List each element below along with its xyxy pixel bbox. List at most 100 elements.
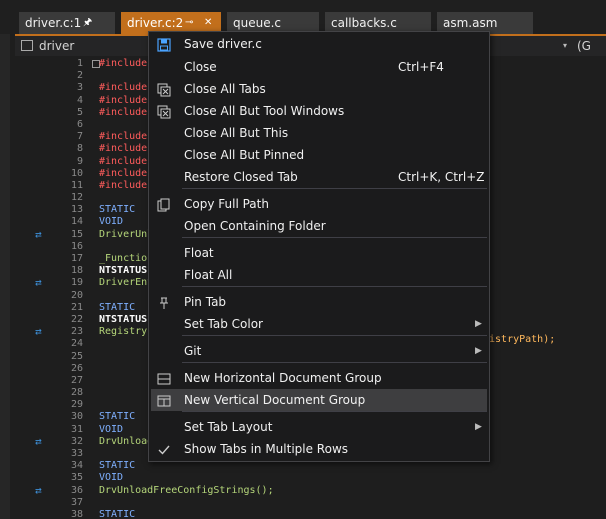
menu-item-label: Open Containing Folder xyxy=(184,219,326,233)
line-number: 22 xyxy=(70,313,83,325)
menu-item-shortcut: Ctrl+F4 xyxy=(398,60,444,74)
code-line: 38 STATIC xyxy=(15,509,606,519)
code-lens-icon[interactable]: ⇄ xyxy=(35,277,42,289)
menu-separator xyxy=(182,411,487,412)
member-dropdown[interactable]: (G xyxy=(577,37,591,55)
code-text: VOID xyxy=(99,423,124,435)
menu-item-set-tab-layout[interactable]: Set Tab Layout ▶ xyxy=(151,416,487,438)
code-text: #include xyxy=(99,179,148,191)
code-lens-icon[interactable]: ⇄ xyxy=(35,228,42,241)
menu-item-label: Close All But Tool Windows xyxy=(184,104,345,118)
line-number: 33 xyxy=(70,448,83,459)
menu-separator xyxy=(182,362,487,363)
line-number: 2 xyxy=(76,70,83,82)
menu-item-close-all-but-this[interactable]: Close All But This xyxy=(151,122,487,144)
copy-icon xyxy=(157,197,171,212)
code-line: 37 xyxy=(15,497,606,509)
line-number: 10 xyxy=(70,167,83,179)
code-text: VOID xyxy=(99,472,124,484)
menu-item-close-all-tabs[interactable]: Close All Tabs xyxy=(151,78,487,100)
menu-item-restore-closed-tab[interactable]: Restore Closed Tab Ctrl+K, Ctrl+Z xyxy=(151,166,487,188)
menu-item-label: Float All xyxy=(184,268,233,282)
code-lens-icon[interactable]: ⇄ xyxy=(35,325,42,338)
menu-item-pin-tab[interactable]: Pin Tab xyxy=(151,291,487,313)
code-text: #include xyxy=(99,143,148,155)
menu-item-close-all-but-pinned[interactable]: Close All But Pinned xyxy=(151,144,487,166)
menu-item-float[interactable]: Float xyxy=(151,242,487,264)
menu-item-close-all-but-tool-windows[interactable]: Close All But Tool Windows xyxy=(151,100,487,122)
chevron-right-icon: ▶ xyxy=(475,319,482,329)
close-all-but-tool-icon xyxy=(157,104,171,119)
menu-separator xyxy=(182,335,487,336)
code-line: 35 VOID xyxy=(15,472,606,484)
line-number: 17 xyxy=(70,253,83,264)
line-number: 8 xyxy=(76,143,83,155)
line-number: 27 xyxy=(70,374,83,386)
line-number: 26 xyxy=(70,362,83,374)
menu-item-label: Set Tab Color xyxy=(184,317,263,331)
menu-item-float-all[interactable]: Float All xyxy=(151,264,487,286)
tab-driver-c-1[interactable]: driver.c:1 🖈 xyxy=(19,12,115,34)
menu-item-label: Pin Tab xyxy=(184,295,227,309)
tab-label: callbacks.c xyxy=(331,16,397,30)
line-number: 5 xyxy=(76,106,83,118)
menu-item-label: Show Tabs in Multiple Rows xyxy=(184,442,349,456)
code-text: #include xyxy=(99,155,148,167)
menu-separator xyxy=(182,286,487,287)
menu-item-open-containing-folder[interactable]: Open Containing Folder xyxy=(151,215,487,237)
code-line: 36 ⇄ DrvUnloadFreeConfigStrings(); xyxy=(15,484,606,497)
code-text: #include xyxy=(99,167,148,179)
line-number: 7 xyxy=(76,131,83,143)
line-number: 9 xyxy=(76,155,83,167)
code-text: DrvUnload xyxy=(99,435,154,447)
line-number: 34 xyxy=(70,460,83,472)
code-text: STATIC xyxy=(99,301,136,313)
line-number: 35 xyxy=(70,472,83,484)
tab-label: queue.c xyxy=(233,16,282,30)
menu-item-label: Close All But This xyxy=(184,126,289,140)
menu-item-git[interactable]: Git ▶ xyxy=(151,340,487,362)
line-number: 19 xyxy=(70,277,83,289)
code-lens-icon[interactable]: ⇄ xyxy=(35,435,42,448)
menu-item-new-vertical-document-group[interactable]: New Vertical Document Group xyxy=(151,389,487,411)
chevron-down-icon: ▾ xyxy=(563,41,568,50)
menu-item-close[interactable]: Close Ctrl+F4 xyxy=(151,56,487,78)
code-text: STATIC xyxy=(99,460,136,472)
menu-item-label: Git xyxy=(184,344,202,358)
line-number: 31 xyxy=(70,423,83,435)
line-number: 15 xyxy=(70,228,83,240)
code-text: NTSTATUS xyxy=(99,265,148,277)
code-text: #include xyxy=(99,131,148,143)
code-text: STATIC xyxy=(99,508,136,519)
document-tab-strip: driver.c:1 🖈 driver.c:2 ⊸ ✕ queue.c call… xyxy=(0,0,606,34)
code-text: #include xyxy=(99,106,148,118)
line-number: 13 xyxy=(70,204,83,216)
menu-item-copy-full-path[interactable]: Copy Full Path xyxy=(151,193,487,215)
line-number: 3 xyxy=(76,82,83,94)
code-lens-icon[interactable]: ⇄ xyxy=(35,484,42,497)
menu-item-label: Set Tab Layout xyxy=(184,420,273,434)
menu-item-shortcut: Ctrl+K, Ctrl+Z xyxy=(398,170,485,184)
menu-item-label: Copy Full Path xyxy=(184,197,269,211)
menu-item-show-tabs-in-multiple-rows[interactable]: Show Tabs in Multiple Rows xyxy=(151,438,487,460)
line-number: 36 xyxy=(70,484,83,496)
menu-separator xyxy=(182,188,487,189)
close-all-icon xyxy=(157,82,171,97)
line-number: 30 xyxy=(70,411,83,423)
code-text: DrvUnloadFreeConfigStrings(); xyxy=(99,484,274,496)
check-icon xyxy=(157,442,171,456)
line-number: 6 xyxy=(76,118,83,130)
tab-label: asm.asm xyxy=(443,16,498,30)
tab-label: driver.c:1 xyxy=(25,16,82,30)
menu-item-set-tab-color[interactable]: Set Tab Color ▶ xyxy=(151,313,487,335)
line-number: 29 xyxy=(70,399,83,411)
menu-item-save-driver-c[interactable]: Save driver.c xyxy=(151,33,487,55)
menu-item-label: Save driver.c xyxy=(184,37,262,51)
line-number: 14 xyxy=(70,216,83,228)
menu-item-label: New Vertical Document Group xyxy=(184,393,366,407)
line-number: 4 xyxy=(76,94,83,106)
horizontal-group-icon xyxy=(157,371,171,385)
pin-icon[interactable]: 🖈 xyxy=(83,12,92,34)
code-text: DriverEnt xyxy=(99,277,154,289)
menu-item-new-horizontal-document-group[interactable]: New Horizontal Document Group xyxy=(151,367,487,389)
